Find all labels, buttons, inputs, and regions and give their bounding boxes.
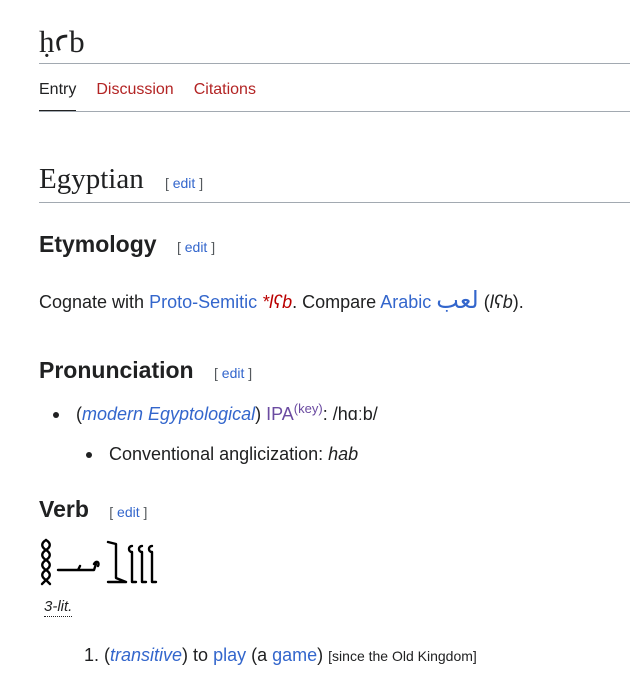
sense-date-note: [since the Old Kingdom]	[328, 648, 477, 664]
hieroglyph-image	[40, 538, 158, 586]
sense-paren-open: (a	[246, 645, 273, 665]
edit-link-verb[interactable]: edit	[117, 504, 140, 520]
verb-class-abbr[interactable]: 3-lit.	[44, 598, 73, 617]
tabs-divider	[39, 111, 630, 112]
page-tabs: Entry Discussion Citations	[39, 79, 256, 112]
tab-entry[interactable]: Entry	[39, 79, 77, 112]
sense-number: 1.	[84, 645, 100, 665]
game-link[interactable]: game	[272, 645, 317, 665]
edit-section-verb: [ edit ]	[109, 504, 148, 520]
play-link[interactable]: play	[213, 645, 246, 665]
edit-section-language: [ edit ]	[164, 175, 204, 191]
edit-link-language[interactable]: edit	[173, 175, 196, 191]
etymology-heading: Etymology [ edit ]	[39, 229, 215, 262]
anglicization-label: Conventional anglicization:	[109, 444, 324, 464]
etymology-prefix: Cognate with	[39, 292, 145, 312]
compare-text: . Compare	[292, 292, 377, 312]
bullet-icon	[86, 452, 92, 459]
arabic-translit: lʕb	[489, 292, 513, 312]
edit-section-etymology: [ edit ]	[176, 239, 216, 255]
etymology-heading-text: Etymology	[39, 231, 157, 257]
arabic-word-link[interactable]: لعب	[436, 286, 478, 314]
proto-semitic-link[interactable]: Proto-Semitic	[149, 292, 257, 312]
edit-section-pronunciation: [ edit ]	[214, 365, 253, 381]
ipa-link[interactable]: IPA	[266, 404, 294, 424]
list-item: (modern Egyptological) IPA(key): /hɑːb/	[53, 400, 378, 428]
forearm-glyph	[56, 562, 98, 572]
verb-heading-text: Verb	[39, 496, 89, 522]
page-title: ḥꜥb	[39, 24, 85, 59]
bullet-icon	[53, 412, 59, 419]
title-divider	[39, 63, 630, 64]
edit-link-pronunciation[interactable]: edit	[222, 365, 245, 381]
ipa-key-link[interactable]: key	[298, 401, 318, 416]
arabic-link[interactable]: Arabic	[380, 292, 431, 312]
leg-glyph	[106, 540, 128, 584]
language-heading-text: Egyptian	[39, 163, 144, 195]
tab-discussion[interactable]: Discussion	[96, 79, 173, 112]
language-divider	[39, 202, 630, 203]
qualifier-link[interactable]: modern Egyptological	[82, 404, 255, 424]
list-item: 1. (transitive) to play (a game) [since …	[84, 645, 477, 665]
proto-form-link[interactable]: *lʕb	[262, 292, 292, 312]
edit-link-etymology[interactable]: edit	[185, 239, 208, 255]
transitive-link[interactable]: transitive	[110, 645, 182, 665]
sense-list: 1. (transitive) to play (a game) [since …	[84, 641, 477, 670]
open-paren: (	[478, 292, 490, 312]
pronunciation-heading-text: Pronunciation	[39, 357, 194, 383]
etymology-text: Cognate with Proto-Semitic *lʕb. Compare…	[39, 286, 524, 316]
verb-heading: Verb [ edit ]	[39, 494, 147, 527]
list-item: Conventional anglicization: hab	[86, 440, 358, 468]
ipa-value: : /hɑːb/	[322, 404, 378, 424]
close-paren: ).	[512, 292, 524, 312]
pronunciation-heading: Pronunciation [ edit ]	[39, 355, 252, 388]
tab-citations[interactable]: Citations	[194, 79, 256, 112]
sense-to: to	[188, 645, 214, 665]
language-heading: Egyptian [ edit ]	[39, 160, 203, 202]
stroke-glyph	[127, 544, 138, 584]
sense-paren-close: )	[317, 645, 324, 665]
anglicization-value: hab	[328, 444, 359, 464]
